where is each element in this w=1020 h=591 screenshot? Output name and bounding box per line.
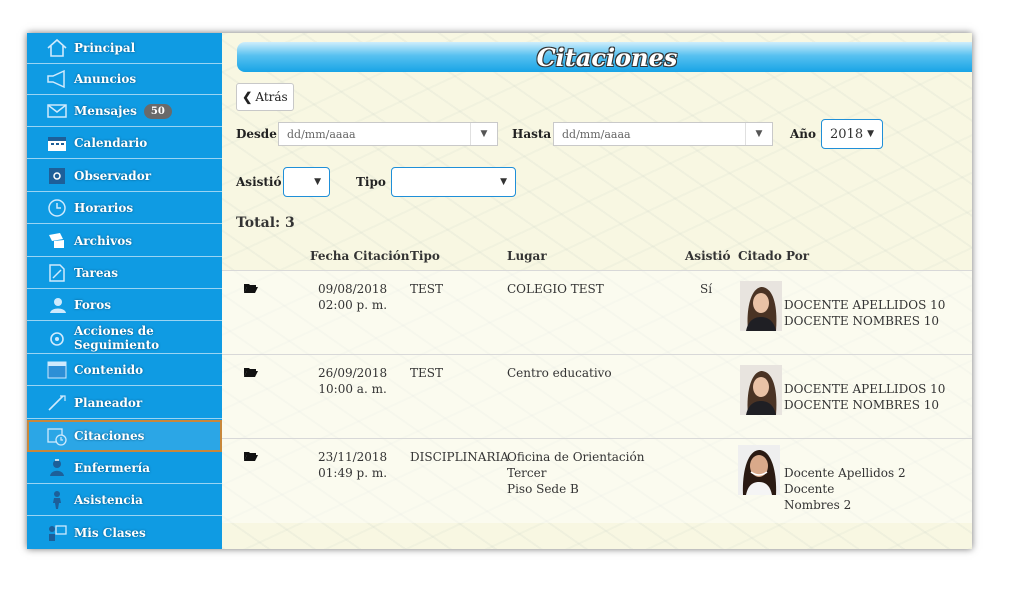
sidebar-item-foros[interactable]: Foros [27,290,222,321]
sidebar-item-label: Archivos [74,234,132,248]
asistio-label: Asistió [236,175,282,189]
files-icon [46,231,68,251]
column-header-lugar: Lugar [507,249,547,263]
sidebar: Principal Anuncios Mensajes 50 Calendari… [27,33,222,549]
back-button[interactable]: ❮ Atrás [236,83,294,111]
asistio-select[interactable]: ▼ [283,167,330,197]
asistio-cell: Sí [700,282,713,296]
sidebar-item-label: Observador [74,169,152,183]
table-row: 09/08/2018 02:00 p. m. TEST COLEGIO TEST… [222,270,972,355]
lugar-cell: Centro educativo [507,366,612,380]
tipo-label: Tipo [356,175,386,189]
sidebar-item-mis-clases[interactable]: Mis Clases [27,517,222,548]
sidebar-item-label: Asistencia [74,493,143,507]
hasta-label: Hasta [512,127,552,141]
megaphone-icon [46,69,68,89]
desde-label: Desde [236,127,277,141]
app-window: Principal Anuncios Mensajes 50 Calendari… [27,33,972,549]
sidebar-item-label: Citaciones [74,429,145,443]
message-count-badge: 50 [143,103,172,119]
page-title: Citaciones [536,43,678,72]
column-header-citado-por: Citado Por [738,249,810,263]
sidebar-item-mensajes[interactable]: Mensajes 50 [27,96,222,127]
sidebar-item-enfermeria[interactable]: Enfermería [27,453,222,484]
home-icon [46,38,68,58]
sidebar-item-label: Principal [74,41,136,55]
chevron-down-icon[interactable]: ▼ [470,123,497,145]
fecha-cell: 23/11/2018 01:49 p. m. [318,450,388,480]
total-count: Total: 3 [236,215,295,231]
tipo-select[interactable]: ▼ [391,167,516,197]
sidebar-item-label: Mensajes [74,104,137,118]
folder-open-icon[interactable] [244,367,258,377]
desde-date-input[interactable]: dd/mm/aaaa ▼ [278,122,498,146]
sidebar-item-label: Calendario [74,136,148,150]
sidebar-item-label: Acciones de Seguimiento [74,324,160,352]
lugar-cell: Oficina de Orientación Tercer Piso Sede … [507,450,645,496]
sidebar-item-contenido[interactable]: Contenido [27,355,222,386]
sidebar-item-label: Horarios [74,201,134,215]
folder-open-icon[interactable] [244,283,258,293]
follow-up-icon [46,328,68,348]
tasks-icon [46,263,68,283]
content-icon [46,360,68,380]
sidebar-item-label: Enfermería [74,461,150,475]
chevron-down-icon: ▼ [500,177,507,187]
clock-icon [46,198,68,218]
chevron-down-icon: ▼ [314,177,321,187]
observer-icon [46,166,68,186]
calendar-icon [46,133,68,153]
sidebar-item-label: Anuncios [74,72,137,86]
fecha-cell: 09/08/2018 02:00 p. m. [318,282,388,312]
chevron-left-icon: ❮ [242,90,253,104]
main-content: Citaciones ❮ Atrás Desde dd/mm/aaaa ▼ Ha… [222,33,972,549]
tipo-cell: DISCIPLINARIA [410,450,509,464]
sidebar-item-principal[interactable]: Principal [27,33,222,64]
citation-calendar-icon [46,426,68,446]
sidebar-item-label: Foros [74,298,111,312]
hasta-date-input[interactable]: dd/mm/aaaa ▼ [553,122,773,146]
anio-select[interactable]: 2018 ▼ [821,119,883,149]
sidebar-item-asistencia[interactable]: Asistencia [27,485,222,516]
column-header-asistio: Asistió [685,249,731,263]
lugar-cell: COLEGIO TEST [507,282,604,296]
sidebar-item-label: Planeador [74,396,143,410]
classes-icon [46,523,68,543]
column-header-fecha: Fecha Citación [310,249,410,263]
folder-open-icon[interactable] [244,451,258,461]
sidebar-item-archivos[interactable]: Archivos [27,226,222,257]
sidebar-item-label: Tareas [74,266,119,280]
tipo-cell: TEST [410,282,443,296]
table-row: 23/11/2018 01:49 p. m. DISCIPLINARIA Ofi… [222,438,972,523]
sidebar-item-planeador[interactable]: Planeador [27,388,222,419]
planner-icon [46,393,68,413]
table-row: 26/09/2018 10:00 a. m. TEST Centro educa… [222,354,972,439]
anio-label: Año [790,127,817,141]
avatar [740,365,782,415]
sidebar-item-label: Contenido [74,363,144,377]
sidebar-item-anuncios[interactable]: Anuncios [27,64,222,95]
chevron-down-icon[interactable]: ▼ [745,123,772,145]
sidebar-item-tareas[interactable]: Tareas [27,258,222,289]
sidebar-item-label: Mis Clases [74,525,146,540]
attendance-icon [46,490,68,510]
nurse-icon [46,458,68,478]
forum-icon [46,295,68,315]
envelope-icon [46,101,68,121]
sidebar-item-citaciones[interactable]: Citaciones [27,420,222,452]
chevron-down-icon: ▼ [867,129,874,139]
sidebar-item-acciones-de-seguimiento[interactable]: Acciones de Seguimiento [27,323,222,354]
avatar [740,281,782,331]
fecha-cell: 26/09/2018 10:00 a. m. [318,366,388,396]
citado-por-cell: DOCENTE APELLIDOS 10 DOCENTE NOMBRES 10 [784,298,946,328]
citado-por-cell: DOCENTE APELLIDOS 10 DOCENTE NOMBRES 10 [784,382,946,412]
tipo-cell: TEST [410,366,443,380]
sidebar-item-observador[interactable]: Observador [27,161,222,192]
sidebar-item-horarios[interactable]: Horarios [27,193,222,224]
citado-por-cell: Docente Apellidos 2 Docente Nombres 2 [784,466,906,512]
column-header-tipo: Tipo [410,249,440,263]
sidebar-item-calendario[interactable]: Calendario [27,128,222,159]
avatar [738,445,780,495]
